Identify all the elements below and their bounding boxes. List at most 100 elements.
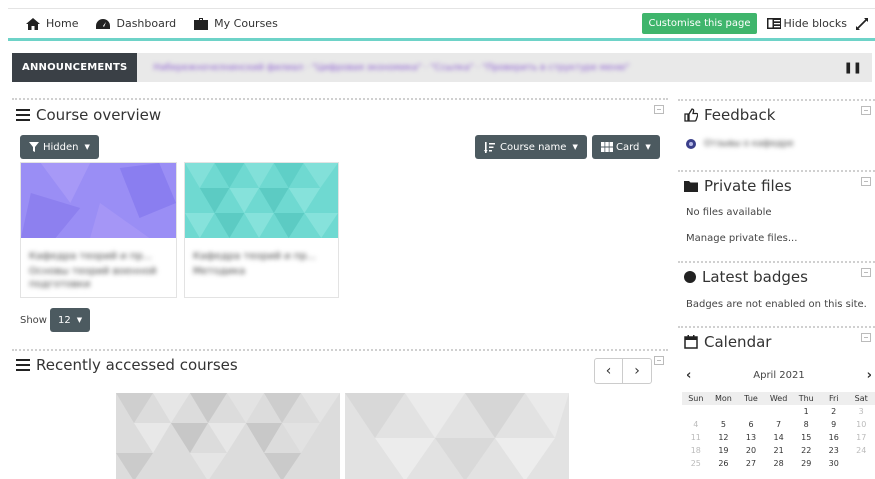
show-count-dropdown[interactable]: 12 ▼ [49,308,91,332]
filter-dropdown[interactable]: Hidden ▼ [20,135,99,159]
prev-month-icon[interactable]: ‹ [686,368,691,383]
calendar-week-row: 25 26 27 28 29 30 [682,457,875,470]
badges-title: Latest badges [684,268,808,286]
calendar-day[interactable]: 23 [820,444,847,457]
private-files-block: Private files No files available Manage … [678,170,875,258]
course-card[interactable]: Кафедра теорий и пр... Методика [184,162,339,298]
calendar-day[interactable]: 16 [820,431,847,444]
calendar-day [765,405,793,418]
fullscreen-expand-icon[interactable] [855,17,869,31]
calendar-day[interactable]: 12 [710,431,738,444]
calendar-day[interactable]: 29 [792,457,820,470]
calendar-month-nav: ‹ April 2021 › [686,368,872,383]
caret-down-icon: ▼ [76,316,83,324]
sort-dropdown[interactable]: Course name ▼ [475,135,587,159]
collapse-block-icon[interactable] [861,333,871,342]
top-navigation-bar: Home Dashboard My Courses Customise this… [8,8,875,41]
calendar-day[interactable]: 18 [682,444,710,457]
next-month-icon[interactable]: › [867,368,872,383]
view-dropdown-label: Card [616,141,640,153]
calendar-day[interactable]: 17 [847,431,875,444]
calendar-weekday: Mon [709,392,738,405]
calendar-day[interactable]: 7 [765,418,793,431]
collapse-block-icon[interactable] [861,106,871,115]
nav-home[interactable]: Home [26,17,78,30]
private-files-title-text: Private files [704,177,792,195]
announcement-ticker-text[interactable]: Набережночелнинский филиал · "Цифровая э… [153,63,629,73]
recent-title-text: Recently accessed courses [36,356,238,374]
course-image[interactable] [116,393,340,479]
badges-disabled-text: Badges are not enabled on this site. [686,299,867,310]
calendar-day[interactable]: 3 [847,405,875,418]
calendar-day[interactable]: 21 [765,444,793,457]
nav-home-label: Home [46,17,79,30]
view-dropdown[interactable]: Card ▼ [592,135,660,159]
feedback-item-label: Отзывы о кафедре [704,139,794,149]
prev-arrow-icon[interactable]: ‹ [595,359,623,383]
calendar-week-row: 11 12 13 14 15 16 17 [682,431,875,444]
calendar-icon [684,335,698,349]
course-overview-title-text: Course overview [36,106,162,124]
hide-blocks-label: Hide blocks [783,17,848,30]
calendar-day[interactable]: 6 [737,418,765,431]
course-name-line1[interactable]: Основы теорий военной [29,266,168,277]
course-card[interactable]: Кафедра теорий и пр... Основы теорий вое… [20,162,177,298]
manage-private-files-link[interactable]: Manage private files... [686,233,797,244]
customise-page-button[interactable]: Customise this page [642,13,757,34]
calendar-day[interactable]: 24 [847,444,875,457]
collapse-block-icon[interactable] [654,105,664,114]
calendar-day[interactable]: 27 [737,457,765,470]
show-count-value: 12 [57,314,71,326]
calendar-day [737,405,765,418]
blocks-icon [766,18,781,29]
calendar-day[interactable]: 13 [737,431,765,444]
course-overview-title: Course overview [16,106,161,124]
nav-my-courses[interactable]: My Courses [194,17,278,30]
calendar-day[interactable]: 14 [765,431,793,444]
recent-pagination: ‹ › [594,358,652,384]
calendar-day[interactable]: 15 [792,431,820,444]
course-image[interactable] [345,393,569,479]
course-name-line2[interactable]: подготовки [29,279,168,290]
nav-dashboard-label: Dashboard [116,17,177,30]
calendar-day[interactable]: 22 [792,444,820,457]
calendar-month-label: April 2021 [753,370,805,381]
calendar-day[interactable]: 2 [820,405,847,418]
calendar-day[interactable]: 11 [682,431,710,444]
grid-icon [601,142,613,152]
hide-blocks-button[interactable]: Hide blocks [766,17,848,30]
calendar-day[interactable]: 19 [710,444,738,457]
calendar-block: Calendar ‹ April 2021 › Sun Mon Tue Wed Thu F… [678,326,875,479]
course-category: Кафедра теорий и пр... [193,251,317,262]
pause-icon[interactable]: ❚❚ [844,61,862,74]
calendar-day[interactable]: 25 [682,457,710,470]
calendar-day[interactable]: 9 [820,418,847,431]
calendar-day[interactable]: 26 [710,457,738,470]
calendar-week-row: 4 5 6 7 8 9 10 [682,418,875,431]
list-icon [16,359,30,371]
folder-icon [684,181,698,192]
collapse-block-icon[interactable] [861,268,871,277]
nav-my-courses-label: My Courses [214,17,278,30]
calendar-day[interactable]: 28 [765,457,793,470]
next-arrow-icon[interactable]: › [623,359,651,383]
calendar-day[interactable]: 10 [847,418,875,431]
course-name-line1[interactable]: Методика [193,266,330,277]
calendar-day[interactable]: 5 [710,418,738,431]
thumbs-up-icon [684,108,698,122]
calendar-day[interactable]: 4 [682,418,710,431]
calendar-weekday: Thu [792,392,820,405]
nav-dashboard[interactable]: Dashboard [96,17,176,30]
calendar-day[interactable]: 8 [792,418,820,431]
caret-down-icon: ▼ [645,143,651,151]
collapse-block-icon[interactable] [861,177,871,186]
feedback-block: Feedback Отзывы о кафедре [678,99,875,167]
home-icon [26,17,40,30]
calendar-week-row: 123 [682,405,875,418]
calendar-title: Calendar [684,333,771,351]
calendar-day[interactable]: 30 [820,457,847,470]
collapse-block-icon[interactable] [654,356,664,365]
feedback-item[interactable]: Отзывы о кафедре [686,139,794,149]
calendar-day[interactable]: 1 [792,405,820,418]
calendar-day[interactable]: 20 [737,444,765,457]
